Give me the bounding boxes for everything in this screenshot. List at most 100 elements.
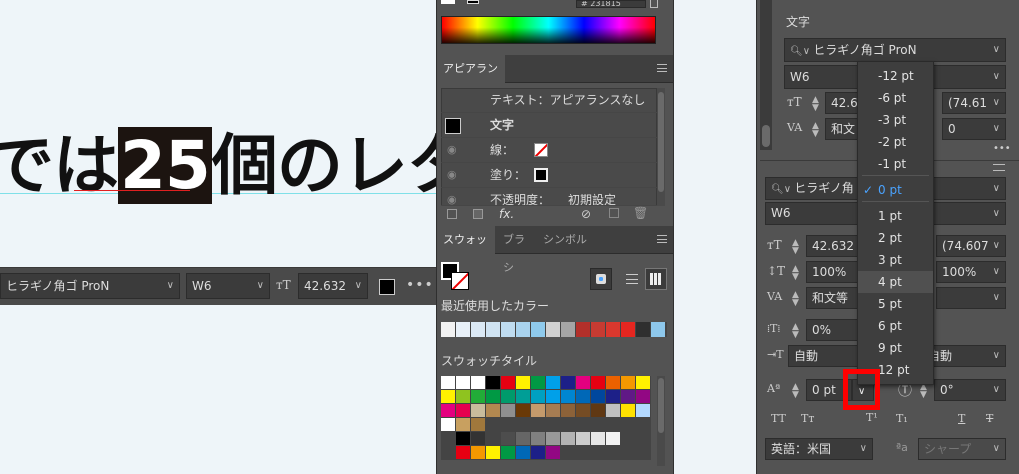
dock-scrollbar[interactable] <box>760 0 772 150</box>
recent-color-swatch[interactable] <box>591 322 606 337</box>
small-caps-button[interactable]: Tт <box>801 412 814 425</box>
baseline-menu-item[interactable]: -6 pt <box>858 87 933 109</box>
list-view-icon[interactable] <box>621 268 643 290</box>
recent-color-swatch[interactable] <box>501 322 516 337</box>
swatch-tile[interactable] <box>591 404 606 418</box>
swatch-tile[interactable] <box>441 404 456 418</box>
swatch-tile[interactable] <box>561 418 576 432</box>
hex-field[interactable]: # 231815 <box>576 0 646 8</box>
swatch-tile[interactable] <box>546 418 561 432</box>
antialias-dropdown[interactable]: シャープ ∨ <box>918 438 1006 460</box>
swatch-tile[interactable] <box>621 390 636 404</box>
swatch-tile[interactable] <box>516 404 531 418</box>
swatch-tile[interactable] <box>546 390 561 404</box>
swatch-tile[interactable] <box>516 446 531 460</box>
spinner-icon[interactable]: ▲ ▼ <box>792 383 799 400</box>
panel-menu-icon[interactable] <box>657 235 667 243</box>
baseline-menu-item[interactable]: 6 pt <box>858 315 933 337</box>
recent-color-swatch[interactable] <box>636 322 651 337</box>
swatch-tile[interactable] <box>576 432 591 446</box>
swatch-tile[interactable] <box>576 446 591 460</box>
appearance-stroke-row[interactable]: ◉ 線： <box>441 138 657 163</box>
font-size-field[interactable]: 42.632 <box>806 235 858 257</box>
swatch-tile[interactable] <box>531 432 546 446</box>
swatch-tile[interactable] <box>621 404 636 418</box>
superscript-button[interactable]: T¹ <box>866 411 878 424</box>
tab-swatches[interactable]: スウォッチ <box>437 226 495 274</box>
swatch-tile[interactable] <box>606 376 621 390</box>
swatch-tile[interactable] <box>546 446 561 460</box>
swatch-tile[interactable] <box>561 390 576 404</box>
swatch-tile[interactable] <box>471 432 486 446</box>
swatch-tile[interactable] <box>531 404 546 418</box>
swatch-tile[interactable] <box>516 390 531 404</box>
font-style-dropdown[interactable]: W6 ∨ <box>186 273 270 299</box>
swatch-tile[interactable] <box>636 432 651 446</box>
swatch-tile[interactable] <box>591 376 606 390</box>
clear-icon[interactable]: ⊘ <box>581 207 591 221</box>
swatch-tile[interactable] <box>606 446 621 460</box>
vertical-scale-field[interactable]: 100% <box>806 261 858 283</box>
aki-right-dropdown[interactable]: 自動 ∨ <box>922 345 1006 367</box>
swatch-tile[interactable] <box>636 446 651 460</box>
more-options-icon[interactable]: ••• <box>993 143 1011 154</box>
swatch-tile[interactable] <box>636 376 651 390</box>
swatch-tile[interactable] <box>591 446 606 460</box>
recent-color-swatch[interactable] <box>651 322 666 337</box>
swatch-tile[interactable] <box>471 404 486 418</box>
leading-field[interactable]: (74.607 ∨ <box>936 235 1006 257</box>
color-panel-toggle[interactable] <box>650 0 658 8</box>
baseline-menu-item[interactable]: -12 pt <box>858 65 933 87</box>
panel-menu-icon[interactable] <box>993 163 1005 173</box>
tab-brushes[interactable]: ブラシ <box>497 226 537 274</box>
back-leading-field[interactable]: (74.61 ∨ <box>942 92 1006 114</box>
swatch-tile[interactable] <box>441 390 456 404</box>
font-size-field[interactable]: 42.632 ∨ <box>298 273 368 299</box>
recent-color-swatch[interactable] <box>606 322 621 337</box>
swatch-tile[interactable] <box>456 376 471 390</box>
swatch-tile[interactable] <box>456 390 471 404</box>
swatch-tile[interactable] <box>606 432 621 446</box>
eye-icon[interactable]: ◉ <box>447 188 457 205</box>
color-spectrum[interactable] <box>441 16 656 44</box>
swatch-tile[interactable] <box>501 376 516 390</box>
recent-color-swatch[interactable] <box>531 322 546 337</box>
more-options-icon[interactable]: ••• <box>406 277 434 293</box>
tracking-field[interactable]: ∨ <box>936 287 1006 309</box>
spinner-icon[interactable]: ▲ ▼ <box>812 96 819 113</box>
back-kern-field[interactable]: 和文等 <box>825 118 860 140</box>
appearance-fill-row[interactable]: ◉ 塗り： <box>441 163 657 188</box>
swatch-tile[interactable] <box>531 418 546 432</box>
swatch-tile[interactable] <box>441 446 456 460</box>
fx-icon[interactable]: fx. <box>499 207 514 221</box>
canvas-text[interactable]: では25個のレタ <box>0 112 436 208</box>
recent-color-swatch[interactable] <box>561 322 576 337</box>
baseline-menu-item[interactable]: ✓ 0 pt <box>858 179 933 201</box>
stroke-box[interactable] <box>451 272 469 290</box>
aki-left-dropdown[interactable]: 自動 <box>788 345 858 367</box>
appearance-scrollbar[interactable] <box>657 88 665 206</box>
swatch-tile[interactable] <box>486 432 501 446</box>
swatch-tile[interactable] <box>621 418 636 432</box>
swatch-tile[interactable] <box>486 446 501 460</box>
swatch-tile[interactable] <box>591 418 606 432</box>
recent-color-swatch[interactable] <box>576 322 591 337</box>
tab-appearance[interactable]: アピアランス <box>437 55 505 103</box>
swatch-tile[interactable] <box>606 390 621 404</box>
swatch-tile[interactable] <box>441 432 456 446</box>
baseline-menu-item[interactable]: -3 pt <box>858 109 933 131</box>
back-tracking-field[interactable]: 0 ∨ <box>942 118 1006 140</box>
swatch-scrollbar[interactable] <box>657 376 665 466</box>
recent-color-swatch[interactable] <box>546 322 561 337</box>
artboard-canvas[interactable]: では25個のレタ <box>0 0 436 474</box>
swatch-tile[interactable] <box>471 418 486 432</box>
spinner-icon[interactable]: ▲ ▼ <box>920 383 927 400</box>
swatch-tile[interactable] <box>501 432 516 446</box>
horizontal-scale-field[interactable]: 100% ∨ <box>936 261 1006 283</box>
recent-color-swatch[interactable] <box>621 322 636 337</box>
new-art-icon[interactable] <box>447 209 457 219</box>
eye-icon[interactable]: ◉ <box>447 138 457 162</box>
kerning-field[interactable]: 和文等幅 <box>806 287 858 309</box>
swatch-tile[interactable] <box>636 390 651 404</box>
recent-color-swatch[interactable] <box>486 322 501 337</box>
